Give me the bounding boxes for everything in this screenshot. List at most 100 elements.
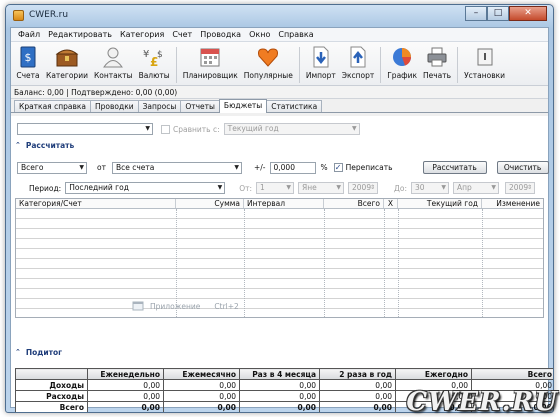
toolbar: $ Счета Категории Контакты ¥ £ $ Валюты … — [11, 42, 548, 86]
subtotal-section-header[interactable]: ⌃ Подитог — [11, 346, 548, 358]
grid-divider — [324, 209, 325, 317]
window-title: CWER.ru — [29, 10, 69, 20]
col-interval[interactable]: Интервал — [244, 199, 324, 208]
chevron-down-icon: ▼ — [286, 184, 292, 191]
budget-grid[interactable]: Категория/Счет Сумма Интервал Всего X Те… — [15, 198, 544, 318]
tab-queries[interactable]: Запросы — [137, 100, 182, 112]
col-x[interactable]: X — [384, 199, 398, 208]
col-category[interactable]: Категория/Счет — [16, 199, 176, 208]
accounts-select[interactable]: Все счета ▼ — [111, 161, 242, 174]
menu-account[interactable]: Счет — [168, 30, 196, 39]
scope-select[interactable]: Всего ▼ — [17, 161, 87, 174]
close-button[interactable]: ✕ — [509, 6, 547, 21]
clear-button[interactable]: Очистить — [496, 161, 549, 174]
subtotal-col-yearly: Ежегодно — [395, 368, 472, 380]
chevron-down-icon: ▼ — [79, 163, 84, 171]
categories-label: Категории — [46, 71, 88, 80]
overwrite-checkbox[interactable]: ✓ — [333, 163, 343, 172]
subtotal-col-empty — [15, 368, 88, 380]
svg-text:$: $ — [157, 50, 163, 60]
accounts-button[interactable]: $ Счета — [13, 45, 43, 80]
contacts-label: Контакты — [93, 71, 133, 80]
menu-window[interactable]: Окно — [245, 30, 274, 39]
accounts-select-value: Все счета — [115, 162, 155, 172]
subtotal-col-weekly: Еженедельно — [87, 368, 164, 380]
cell: 0,00 — [319, 390, 396, 402]
import-button[interactable]: Импорт — [303, 45, 339, 80]
chevron-down-icon: ▼ — [145, 125, 150, 132]
row-label-income: Доходы — [15, 379, 88, 391]
watermark-logo: CWER.RU — [406, 387, 558, 417]
plusminus-label: +/- — [253, 163, 266, 172]
to-month-select[interactable]: Апр ▼ — [453, 182, 499, 194]
export-button[interactable]: Экспорт — [339, 45, 378, 80]
from-date-label: От: — [239, 183, 253, 193]
from-day-select[interactable]: 1 ▼ — [256, 182, 295, 194]
subtotal-header-row: Еженедельно Ежемесячно Раз в 4 месяца 2 … — [15, 368, 553, 380]
grid-divider — [482, 209, 483, 317]
chevron-down-icon: ▼ — [336, 184, 342, 191]
period-select-value: Последний год — [69, 183, 129, 192]
budget-select[interactable]: ▼ — [17, 123, 153, 135]
tab-summary[interactable]: Краткая справка — [14, 100, 92, 112]
cell: 0,00 — [163, 401, 240, 412]
planner-label: Планировщик — [182, 71, 238, 80]
menu-edit[interactable]: Редактировать — [44, 30, 116, 39]
compare-select[interactable]: Текущий год ▼ — [223, 123, 360, 135]
accounts-icon: $ — [16, 45, 40, 69]
subtotal-col-total: Всего — [471, 368, 553, 380]
title-bar[interactable]: CWER.ru – □ ✕ — [6, 5, 553, 27]
planner-button[interactable]: Планировщик — [180, 45, 241, 80]
col-current-year[interactable]: Текущий год — [398, 199, 482, 208]
menu-file[interactable]: Файл — [14, 30, 44, 39]
scope-select-value: Всего — [21, 162, 44, 172]
row-label-total: Всего — [15, 401, 88, 412]
to-day-value: 30 — [415, 183, 425, 192]
accounts-label: Счета — [16, 71, 40, 80]
popular-button[interactable]: Популярные — [241, 45, 296, 80]
compare-checkbox[interactable] — [161, 124, 170, 134]
period-select[interactable]: Последний год ▼ — [65, 182, 226, 194]
categories-button[interactable]: Категории — [43, 45, 91, 80]
calculate-button[interactable]: Рассчитать — [422, 161, 487, 174]
maximize-button[interactable]: □ — [487, 6, 509, 21]
settings-button[interactable]: Установки — [461, 45, 508, 80]
tab-budgets[interactable]: Бюджеты — [218, 99, 268, 113]
menu-category[interactable]: Категория — [116, 30, 168, 39]
pie-chart-icon — [390, 45, 414, 69]
print-button[interactable]: Печать — [420, 45, 454, 80]
from-year-spinner[interactable]: 2009 ⇕ — [348, 182, 379, 194]
calc-section-header[interactable]: ⌃ Рассчитать — [11, 139, 548, 151]
popular-label: Популярные — [243, 71, 293, 80]
import-label: Импорт — [305, 71, 336, 80]
compare-select-value: Текущий год — [227, 124, 279, 133]
col-total[interactable]: Всего — [324, 199, 384, 208]
chart-button[interactable]: График — [384, 45, 420, 80]
minimize-button[interactable]: – — [465, 6, 487, 21]
cell: 0,00 — [163, 379, 240, 391]
spinner-icon: ⇕ — [369, 184, 376, 191]
to-day-select[interactable]: 30 ▼ — [411, 182, 449, 194]
to-year-spinner[interactable]: 2009 ⇕ — [505, 182, 535, 194]
tab-statistics[interactable]: Статистика — [266, 100, 323, 112]
toolbar-separator — [380, 47, 382, 83]
tab-reports[interactable]: Отчеты — [180, 100, 220, 112]
tab-bar: Краткая справка Проводки Запросы Отчеты … — [11, 99, 548, 113]
tab-transactions[interactable]: Проводки — [90, 100, 139, 112]
cell: 0,00 — [239, 379, 320, 391]
menu-transaction[interactable]: Проводка — [196, 30, 245, 39]
from-month-select[interactable]: Яне ▼ — [298, 182, 345, 194]
printer-icon — [425, 45, 449, 69]
cell: 0,00 — [87, 379, 164, 391]
col-change[interactable]: Изменение — [482, 199, 543, 208]
chevron-down-icon: ▼ — [352, 125, 357, 132]
col-amount[interactable]: Сумма — [176, 199, 244, 208]
menu-bar: Файл Редактировать Категория Счет Провод… — [11, 28, 548, 42]
contacts-button[interactable]: Контакты — [91, 45, 136, 80]
cell: 0,00 — [87, 390, 164, 402]
amount-input[interactable]: 0,000 — [269, 161, 316, 174]
percent-label: % — [320, 163, 328, 172]
period-label: Период: — [29, 183, 62, 193]
menu-help[interactable]: Справка — [274, 30, 317, 39]
currencies-button[interactable]: ¥ £ $ Валюты — [136, 45, 173, 80]
